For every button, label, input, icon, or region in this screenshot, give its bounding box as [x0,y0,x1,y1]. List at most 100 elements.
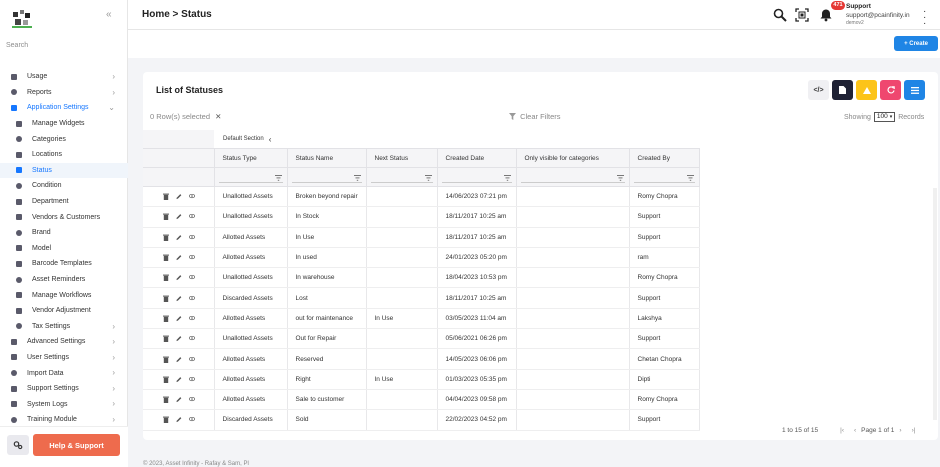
column-filter-input[interactable] [291,172,362,183]
filter-icon[interactable] [353,174,361,181]
clear-selection-icon[interactable]: ✕ [215,112,221,121]
edit-icon[interactable] [176,356,182,363]
embed-code-button[interactable]: </> [808,80,829,100]
view-icon[interactable] [189,376,195,383]
table-row[interactable]: Allotted Assets Reserved 14/05/2023 06:06 … [143,348,700,370]
sidebar-item-system-logs[interactable]: System Logs › [0,396,128,412]
sidebar-item-support-settings[interactable]: Support Settings › [0,381,128,397]
sidebar-item-vendor-adjustment[interactable]: Vendor Adjustment [0,303,128,319]
table-row[interactable]: Allotted Assets Right In Use 01/03/2023 05:… [143,369,700,390]
settings-gear-button[interactable] [7,435,29,455]
help-support-button[interactable]: Help & Support [33,434,120,456]
view-icon[interactable] [189,396,195,403]
column-header[interactable]: Next Status [365,148,438,168]
edit-icon[interactable] [176,416,182,423]
table-scrollbar[interactable] [933,188,937,420]
filter-icon[interactable] [686,174,694,181]
sidebar-item-status[interactable]: Status [0,162,128,179]
delete-icon[interactable] [163,274,169,282]
edit-icon[interactable] [176,315,182,322]
delete-icon[interactable] [163,234,169,241]
view-icon[interactable] [189,356,195,363]
table-row[interactable]: Discarded Assets Sold 22/02/2023 04:52 pm S… [143,409,700,431]
column-header[interactable]: Status Name [286,148,367,168]
view-icon[interactable] [189,416,195,423]
delete-icon[interactable] [163,315,169,322]
sidebar-item-categories[interactable]: Categories [0,131,128,147]
column-settings-button[interactable] [904,80,925,100]
kebab-menu-icon[interactable]: · · · [923,7,926,29]
delete-icon[interactable] [163,356,169,363]
sidebar-search-input[interactable]: Search [6,42,122,52]
delete-icon[interactable] [163,335,169,343]
default-section-group[interactable]: Default Section ‹ [214,130,699,148]
edit-icon[interactable] [176,213,182,220]
sidebar-item-tax-settings[interactable]: Tax Settings › [0,319,128,335]
view-icon[interactable] [189,234,195,241]
sidebar-item-manage-widgets[interactable]: Manage Widgets [0,116,128,132]
user-name[interactable]: Support [846,3,871,10]
view-icon[interactable] [189,213,195,220]
warning-button[interactable] [856,80,877,100]
edit-icon[interactable] [176,254,182,261]
column-header[interactable]: Created Date [436,148,517,168]
table-row[interactable]: Allotted Assets In used 24/01/2023 05:20 p… [143,247,700,269]
view-icon[interactable] [189,335,195,342]
sidebar-item-manage-workflows[interactable]: Manage Workflows [0,287,128,303]
table-row[interactable]: Discarded Assets Lost 18/11/2017 10:25 am S… [143,287,700,309]
filter-icon[interactable] [616,174,624,181]
create-button[interactable]: + Create [894,36,938,51]
delete-icon[interactable] [163,254,169,262]
sidebar-item-user-settings[interactable]: User Settings › [0,350,128,366]
view-icon[interactable] [189,315,195,322]
sidebar-item-condition[interactable]: Condition [0,178,128,194]
column-filter-input[interactable] [441,172,512,183]
column-filter-input[interactable] [370,172,433,183]
refresh-button[interactable] [880,80,901,100]
filter-icon[interactable] [503,174,511,181]
delete-icon[interactable] [163,295,169,302]
filter-icon[interactable] [424,174,432,181]
edit-icon[interactable] [176,335,182,342]
delete-icon[interactable] [163,416,169,424]
column-header[interactable]: Created By [628,148,700,168]
delete-icon[interactable] [163,193,169,201]
barcode-scan-icon[interactable] [795,8,809,22]
edit-icon[interactable] [176,193,182,200]
zoom-search-icon[interactable] [773,8,787,22]
edit-icon[interactable] [176,234,182,241]
sidebar-item-model[interactable]: Model [0,241,128,257]
first-page-icon[interactable]: |‹ [840,427,844,434]
sidebar-item-advanced-settings[interactable]: Advanced Settings › [0,334,128,350]
table-row[interactable]: Allotted Assets Sale to customer 04/04/202… [143,389,700,411]
column-filter-input[interactable] [218,172,283,183]
table-row[interactable]: Unallotted Assets In warehouse 18/04/2023 … [143,267,700,289]
edit-icon[interactable] [176,295,182,302]
sidebar-item-barcode-templates[interactable]: Barcode Templates [0,256,128,272]
table-row[interactable]: Allotted Assets out for maintenance In Use… [143,308,700,330]
page-size-select[interactable]: 100 ▾ [873,112,896,122]
sidebar-item-vendors-customers[interactable]: Vendors & Customers [0,209,128,225]
view-icon[interactable] [189,254,195,261]
column-header[interactable]: Only visible for categories [515,148,630,168]
delete-icon[interactable] [163,213,169,221]
table-row[interactable]: Unallotted Assets Out for Repair 05/06/202… [143,328,700,350]
delete-icon[interactable] [163,396,169,404]
clear-filters-button[interactable]: Clear Filters [509,112,561,121]
brand-logo[interactable] [11,9,33,31]
edit-icon[interactable] [176,274,182,281]
view-icon[interactable] [189,193,195,200]
export-document-button[interactable] [832,80,853,100]
previous-page-icon[interactable]: ‹ [854,427,856,434]
view-icon[interactable] [189,274,195,281]
column-header[interactable]: Status Type [213,148,288,168]
column-filter-input[interactable] [633,172,695,183]
table-row[interactable]: Allotted Assets In Use 18/11/2017 10:25 am… [143,227,700,248]
sidebar-item-reports[interactable]: Reports › [0,85,128,101]
sidebar-item-usage[interactable]: Usage › [0,69,128,85]
last-page-icon[interactable]: ›| [912,427,916,434]
sidebar-item-asset-reminders[interactable]: Asset Reminders [0,272,128,288]
sidebar-item-brand[interactable]: Brand [0,225,128,241]
delete-icon[interactable] [163,376,169,383]
filter-icon[interactable] [274,174,282,181]
